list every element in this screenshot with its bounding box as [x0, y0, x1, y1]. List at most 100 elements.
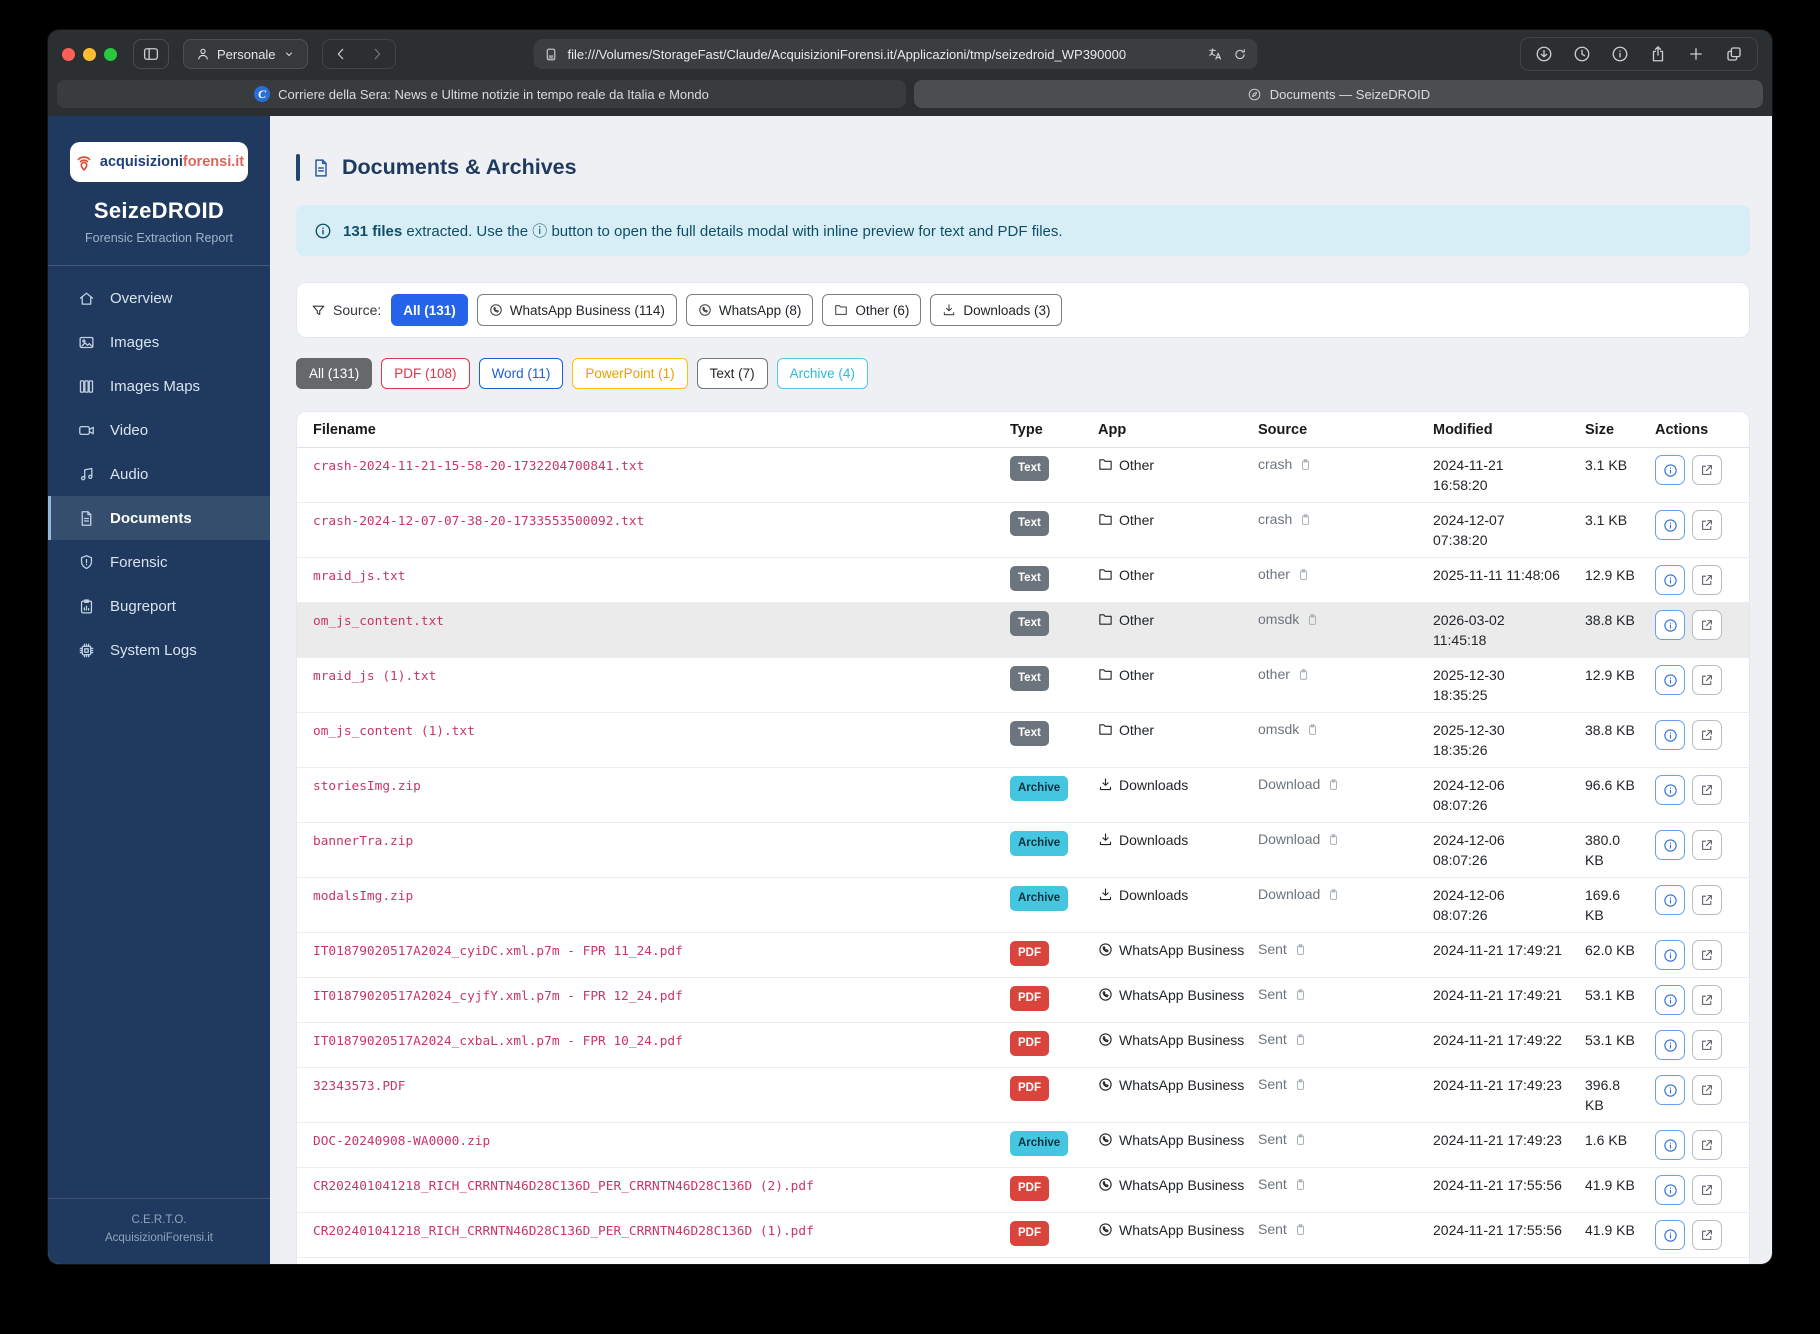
- file-name[interactable]: 32343573.PDF: [313, 1075, 1010, 1096]
- row-open-button[interactable]: [1692, 830, 1722, 860]
- row-open-button[interactable]: [1692, 1130, 1722, 1160]
- file-name[interactable]: mraid_js (1).txt: [313, 665, 1010, 686]
- sidebar-item-forensic[interactable]: Forensic: [48, 540, 270, 584]
- table-row[interactable]: mraid_js.txt Text Other other 2025-11-11 11:…: [297, 557, 1749, 602]
- table-row[interactable]: CR202401041218_RICH_CRRNTN46D28C136D_PER…: [297, 1167, 1749, 1212]
- type-filter-all[interactable]: All (131): [296, 358, 373, 389]
- page-settings-icon[interactable]: [544, 47, 559, 62]
- row-info-button[interactable]: [1655, 610, 1685, 640]
- type-filter-text[interactable]: Text (7): [696, 358, 768, 389]
- new-tab-icon[interactable]: [1687, 45, 1705, 63]
- tab-seizedroid[interactable]: Documents — SeizeDROID: [914, 80, 1763, 108]
- info-circle-icon[interactable]: [1611, 45, 1629, 63]
- source-filter-button[interactable]: All (131): [391, 294, 468, 326]
- logo[interactable]: acquisizioniforensi.it: [70, 142, 248, 182]
- file-name[interactable]: DOC-20240908-WA0000.zip: [313, 1130, 1010, 1151]
- row-info-button[interactable]: [1655, 940, 1685, 970]
- sidebar-item-bugreport[interactable]: Bugreport: [48, 584, 270, 628]
- row-info-button[interactable]: [1655, 1175, 1685, 1205]
- row-open-button[interactable]: [1692, 1175, 1722, 1205]
- file-name[interactable]: modalsImg.zip: [313, 885, 1010, 906]
- file-name[interactable]: IT01879020517A2024_cyiDC.xml.p7m - FPR 1…: [313, 940, 1010, 961]
- row-open-button[interactable]: [1692, 665, 1722, 695]
- sidebar-item-overview[interactable]: Overview: [48, 276, 270, 320]
- row-open-button[interactable]: [1692, 885, 1722, 915]
- close-window-button[interactable]: [62, 47, 75, 61]
- table-row[interactable]: DOC-20240908-WA0000.zip Archive WhatsApp B…: [297, 1122, 1749, 1167]
- table-row[interactable]: 32343573.PDF PDF WhatsApp Business Sent 2024…: [297, 1067, 1749, 1122]
- file-name[interactable]: CR202401041218_RICH_CRRNTN46D28C136D_PER…: [313, 1175, 1010, 1196]
- row-info-button[interactable]: [1655, 885, 1685, 915]
- sidebar-item-system-logs[interactable]: System Logs: [48, 628, 270, 672]
- table-row[interactable]: CR202401041218_RICH_CRRNTN46D28C136D_PER…: [297, 1212, 1749, 1257]
- downloads-icon[interactable]: [1535, 45, 1553, 63]
- minimize-window-button[interactable]: [83, 47, 96, 61]
- file-name[interactable]: om_js_content.txt: [313, 610, 1010, 631]
- history-icon[interactable]: [1573, 45, 1591, 63]
- table-row[interactable]: mraid_js (1).txt Text Other other 2025-12-30…: [297, 657, 1749, 712]
- row-info-button[interactable]: [1655, 985, 1685, 1015]
- back-button[interactable]: [323, 40, 359, 68]
- sidebar-toggle-button[interactable]: [133, 39, 169, 69]
- tab-corriere[interactable]: C Corriere della Sera: News e Ultime not…: [57, 80, 906, 108]
- translate-icon[interactable]: [1208, 46, 1224, 62]
- type-filter-pdf[interactable]: PDF (108): [381, 358, 470, 389]
- source-filter-button[interactable]: Other (6): [822, 294, 922, 326]
- type-filter-word[interactable]: Word (11): [478, 358, 564, 389]
- table-row[interactable]: om_js_content.txt Text Other omsdk 2026-03-0…: [297, 602, 1749, 657]
- row-open-button[interactable]: [1692, 775, 1722, 805]
- row-info-button[interactable]: [1655, 1220, 1685, 1250]
- file-name[interactable]: storiesImg.zip: [313, 775, 1010, 796]
- row-info-button[interactable]: [1655, 1030, 1685, 1060]
- row-open-button[interactable]: [1692, 720, 1722, 750]
- sidebar-item-audio[interactable]: Audio: [48, 452, 270, 496]
- row-info-button[interactable]: [1655, 720, 1685, 750]
- row-open-button[interactable]: [1692, 1030, 1722, 1060]
- source-filter-button[interactable]: Downloads (3): [930, 294, 1063, 326]
- row-info-button[interactable]: [1655, 565, 1685, 595]
- row-info-button[interactable]: [1655, 775, 1685, 805]
- row-info-button[interactable]: [1655, 1130, 1685, 1160]
- sidebar-item-images-maps[interactable]: Images Maps: [48, 364, 270, 408]
- file-name[interactable]: CR202401041218_RICH_CRRNTN46D28C136D_PER…: [313, 1220, 1010, 1241]
- file-name[interactable]: IT01879020517A2024_cxbaL.xml.p7m - FPR 1…: [313, 1030, 1010, 1051]
- file-name[interactable]: IT01879020517A2024_cyjfY.xml.p7m - FPR 1…: [313, 985, 1010, 1006]
- row-info-button[interactable]: [1655, 1075, 1685, 1105]
- profile-menu-button[interactable]: Personale: [183, 39, 308, 69]
- row-open-button[interactable]: [1692, 610, 1722, 640]
- row-open-button[interactable]: [1692, 1075, 1722, 1105]
- sidebar-item-images[interactable]: Images: [48, 320, 270, 364]
- type-filter-ppt[interactable]: PowerPoint (1): [572, 358, 688, 389]
- sidebar-item-documents[interactable]: Documents: [48, 496, 270, 540]
- table-row[interactable]: CR202401041218_RICH_CRRNTN46D28C136D_PER…: [297, 1257, 1749, 1264]
- address-bar[interactable]: file:///Volumes/StorageFast/Claude/Acqui…: [533, 39, 1258, 69]
- row-info-button[interactable]: [1655, 665, 1685, 695]
- type-filter-archive[interactable]: Archive (4): [776, 358, 868, 389]
- sidebar-item-video[interactable]: Video: [48, 408, 270, 452]
- source-filter-button[interactable]: WhatsApp Business (114): [476, 294, 677, 326]
- file-name[interactable]: om_js_content (1).txt: [313, 720, 1010, 741]
- row-info-button[interactable]: [1655, 830, 1685, 860]
- row-open-button[interactable]: [1692, 940, 1722, 970]
- file-name[interactable]: mraid_js.txt: [313, 565, 1010, 586]
- row-info-button[interactable]: [1655, 455, 1685, 485]
- zoom-window-button[interactable]: [104, 47, 117, 61]
- row-open-button[interactable]: [1692, 455, 1722, 485]
- row-open-button[interactable]: [1692, 565, 1722, 595]
- table-row[interactable]: IT01879020517A2024_cyiDC.xml.p7m - FPR 1…: [297, 932, 1749, 977]
- table-row[interactable]: modalsImg.zip Archive Downloads Download 202…: [297, 877, 1749, 932]
- row-open-button[interactable]: [1692, 985, 1722, 1015]
- table-row[interactable]: crash-2024-11-21-15-58-20-1732204700841.…: [297, 448, 1749, 502]
- forward-button[interactable]: [359, 40, 395, 68]
- table-row[interactable]: storiesImg.zip Archive Downloads Download 20…: [297, 767, 1749, 822]
- file-name[interactable]: crash-2024-12-07-07-38-20-1733553500092.…: [313, 510, 1010, 531]
- file-name[interactable]: crash-2024-11-21-15-58-20-1732204700841.…: [313, 455, 1010, 476]
- table-row[interactable]: om_js_content (1).txt Text Other omsdk 2025-…: [297, 712, 1749, 767]
- source-filter-button[interactable]: WhatsApp (8): [685, 294, 814, 326]
- row-open-button[interactable]: [1692, 510, 1722, 540]
- row-info-button[interactable]: [1655, 510, 1685, 540]
- row-open-button[interactable]: [1692, 1220, 1722, 1250]
- table-row[interactable]: IT01879020517A2024_cxbaL.xml.p7m - FPR 1…: [297, 1022, 1749, 1067]
- table-row[interactable]: crash-2024-12-07-07-38-20-1733553500092.…: [297, 502, 1749, 557]
- file-name[interactable]: bannerTra.zip: [313, 830, 1010, 851]
